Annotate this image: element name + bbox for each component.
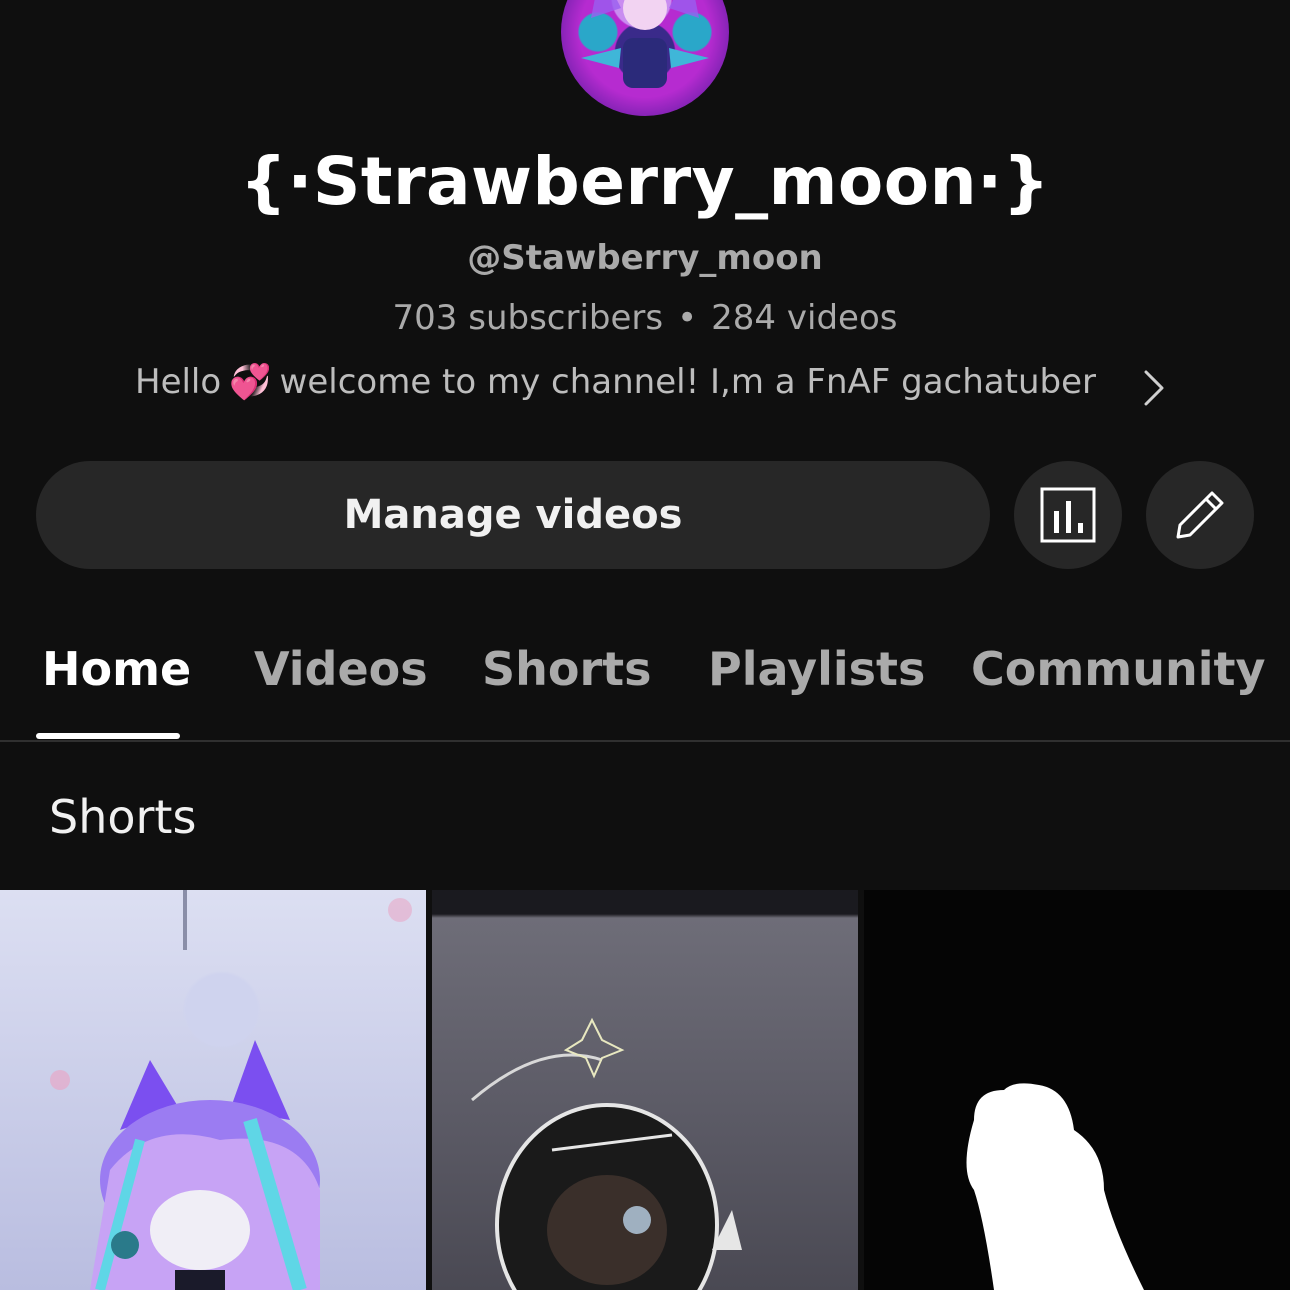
channel-description[interactable]: Hello 💞 welcome to my channel! I,m a FnAF … [135, 362, 1135, 402]
description-text: welcome to my channel! I,m a FnAF gachat… [279, 362, 1096, 402]
channel-tabs: Home Videos Shorts Playlists Community [0, 612, 1290, 740]
description-hello: Hello [135, 362, 222, 402]
short-thumbnail-art [966, 1083, 1144, 1290]
short-thumbnail[interactable] [432, 890, 858, 1290]
video-count: 284 videos [711, 298, 898, 338]
short-thumbnail[interactable] [0, 890, 426, 1290]
stats-separator: • [677, 298, 698, 338]
pencil-icon [1176, 491, 1224, 539]
avatar-art [581, 0, 709, 88]
channel-handle: @Stawberry_moon [467, 238, 823, 278]
heart-emoji: 💞 [229, 362, 272, 402]
channel-stats: 703 subscribers • 284 videos [0, 298, 1290, 338]
active-tab-indicator [36, 733, 180, 739]
tab-home[interactable]: Home [42, 642, 191, 696]
short-thumbnail[interactable] [864, 890, 1290, 1290]
manage-videos-button[interactable]: Manage videos [36, 461, 990, 569]
chevron-right-icon[interactable] [1138, 368, 1168, 408]
channel-title: {·Strawberry_moon·} [239, 143, 1051, 220]
tab-playlists[interactable]: Playlists [708, 642, 925, 696]
tab-videos[interactable]: Videos [254, 642, 428, 696]
edit-channel-button[interactable] [1146, 461, 1254, 569]
shorts-section-title: Shorts [49, 790, 197, 844]
channel-avatar[interactable] [561, 0, 729, 116]
short-thumbnail-art [50, 890, 412, 1290]
tabs-divider [0, 740, 1290, 742]
analytics-button[interactable] [1014, 461, 1122, 569]
short-thumbnail-art [471, 1017, 742, 1290]
tab-community[interactable]: Community [971, 642, 1265, 696]
analytics-icon [1040, 487, 1096, 543]
channel-page: {·Strawberry_moon·} @Stawberry_moon 703 … [0, 0, 1290, 1290]
tab-shorts[interactable]: Shorts [482, 642, 652, 696]
subscriber-count: 703 subscribers [392, 298, 664, 338]
